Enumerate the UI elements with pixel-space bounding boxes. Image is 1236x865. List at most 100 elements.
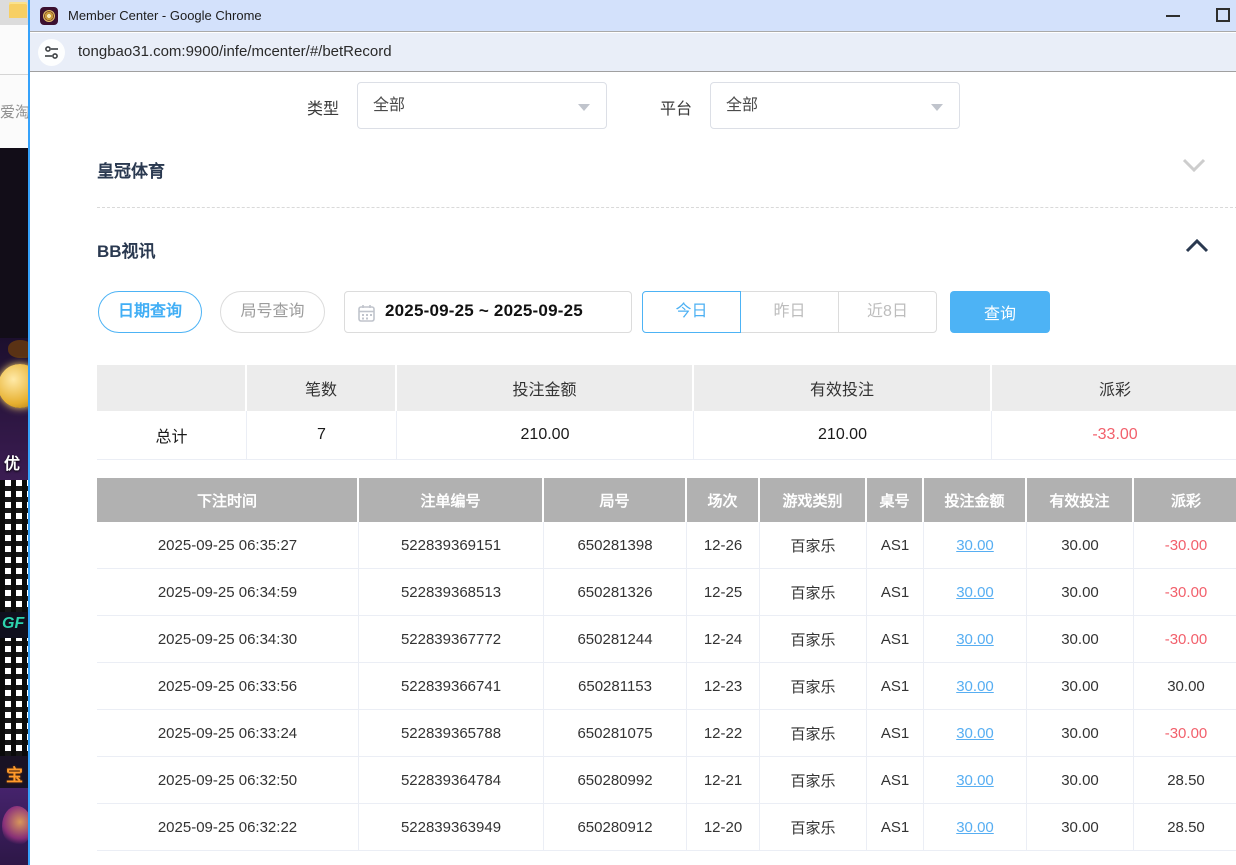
cell-session: 12-24 bbox=[687, 616, 760, 663]
neon-graphic bbox=[2, 806, 28, 846]
summary-total-row: 总计 7 210.00 210.00 -33.00 bbox=[97, 411, 1236, 460]
cell-bet-time: 2025-09-25 06:34:59 bbox=[97, 569, 359, 616]
chevron-down-icon[interactable] bbox=[1182, 158, 1206, 172]
cell-session: 12-25 bbox=[687, 569, 760, 616]
type-filter-select[interactable]: 全部 bbox=[357, 82, 607, 129]
cell-bet-amount: 30.00 bbox=[924, 522, 1027, 569]
bet-amount-link[interactable]: 30.00 bbox=[956, 537, 994, 554]
gold-coin-graphic bbox=[0, 364, 28, 408]
window-title: Member Center - Google Chrome bbox=[68, 8, 262, 23]
bet-amount-link[interactable]: 30.00 bbox=[956, 584, 994, 601]
cell-order-no: 522839368513 bbox=[359, 569, 544, 616]
bet-amount-link[interactable]: 30.00 bbox=[956, 631, 994, 648]
minimize-button[interactable] bbox=[1158, 0, 1188, 30]
cell-round-no: 650280992 bbox=[544, 757, 687, 804]
cell-round-no: 650281153 bbox=[544, 663, 687, 710]
cell-game-type: 百家乐 bbox=[760, 569, 867, 616]
desktop-shop-text: 爱淘 bbox=[0, 101, 28, 122]
cell-payout: 28.50 bbox=[1134, 804, 1236, 851]
qr-caption-fragment-2: 宝 bbox=[0, 756, 28, 788]
chevron-up-icon[interactable] bbox=[1185, 239, 1209, 253]
bet-amount-link[interactable]: 30.00 bbox=[956, 678, 994, 695]
chevron-down-icon bbox=[578, 104, 590, 111]
banner-graphic bbox=[8, 340, 28, 358]
cell-table-no: AS1 bbox=[867, 616, 924, 663]
header-order-no: 注单编号 bbox=[359, 478, 544, 522]
cell-valid-bet: 30.00 bbox=[1027, 757, 1134, 804]
maximize-button[interactable] bbox=[1208, 0, 1236, 30]
desktop-dark-fragment bbox=[0, 148, 28, 338]
desktop-banner-fragment: 优 bbox=[0, 338, 28, 480]
cell-bet-time: 2025-09-25 06:34:30 bbox=[97, 616, 359, 663]
table-row: 2025-09-25 06:33:56522839366741650281153… bbox=[97, 663, 1236, 710]
cell-payout: -30.00 bbox=[1134, 569, 1236, 616]
bet-amount-link[interactable]: 30.00 bbox=[956, 819, 994, 836]
cell-bet-amount: 30.00 bbox=[924, 569, 1027, 616]
bet-amount-link[interactable]: 30.00 bbox=[956, 772, 994, 789]
type-filter-value: 全部 bbox=[373, 97, 405, 114]
cell-valid-bet: 30.00 bbox=[1027, 522, 1134, 569]
summary-count-value: 7 bbox=[247, 411, 397, 460]
cell-game-type: 百家乐 bbox=[760, 757, 867, 804]
bet-amount-link[interactable]: 30.00 bbox=[956, 725, 994, 742]
yesterday-button[interactable]: 昨日 bbox=[740, 291, 839, 333]
section-divider bbox=[97, 207, 1236, 208]
header-bet-time: 下注时间 bbox=[97, 478, 359, 522]
last8days-button[interactable]: 近8日 bbox=[838, 291, 937, 333]
site-settings-button[interactable] bbox=[38, 39, 65, 66]
date-range-picker[interactable]: 2025-09-25 ~ 2025-09-25 bbox=[344, 291, 632, 333]
address-bar[interactable]: tongbao31.com:9900/infe/mcenter/#/betRec… bbox=[30, 33, 1236, 72]
cell-order-no: 522839364784 bbox=[359, 757, 544, 804]
table-row: 2025-09-25 06:33:24522839365788650281075… bbox=[97, 710, 1236, 757]
cell-valid-bet: 30.00 bbox=[1027, 710, 1134, 757]
cell-payout: 30.00 bbox=[1134, 663, 1236, 710]
cell-session: 12-22 bbox=[687, 710, 760, 757]
date-query-tab[interactable]: 日期查询 bbox=[98, 291, 202, 333]
banner-text: 优 bbox=[4, 450, 20, 474]
chevron-down-icon bbox=[931, 104, 943, 111]
cell-bet-time: 2025-09-25 06:33:56 bbox=[97, 663, 359, 710]
table-row: 2025-09-25 06:34:30522839367772650281244… bbox=[97, 616, 1236, 663]
summary-header-bet-amount: 投注金额 bbox=[397, 365, 694, 411]
header-round-no: 局号 bbox=[544, 478, 687, 522]
cell-bet-time: 2025-09-25 06:32:50 bbox=[97, 757, 359, 804]
table-row: 2025-09-25 06:35:27522839369151650281398… bbox=[97, 522, 1236, 569]
cell-payout: 28.50 bbox=[1134, 757, 1236, 804]
cell-valid-bet: 30.00 bbox=[1027, 569, 1134, 616]
tune-icon bbox=[43, 44, 60, 61]
today-button[interactable]: 今日 bbox=[642, 291, 741, 333]
cell-session: 12-21 bbox=[687, 757, 760, 804]
platform-filter-select[interactable]: 全部 bbox=[710, 82, 960, 129]
round-query-tab[interactable]: 局号查询 bbox=[220, 291, 325, 333]
cell-order-no: 522839366741 bbox=[359, 663, 544, 710]
cell-round-no: 650281326 bbox=[544, 569, 687, 616]
divider bbox=[0, 74, 28, 75]
url-text[interactable]: tongbao31.com:9900/infe/mcenter/#/betRec… bbox=[78, 43, 392, 60]
header-bet-amount: 投注金额 bbox=[924, 478, 1027, 522]
cell-game-type: 百家乐 bbox=[760, 522, 867, 569]
cell-bet-amount: 30.00 bbox=[924, 804, 1027, 851]
summary-table: 笔数 投注金额 有效投注 派彩 总计 7 210.00 210.00 -33.0… bbox=[97, 365, 1236, 460]
table-row: 2025-09-25 06:34:59522839368513650281326… bbox=[97, 569, 1236, 616]
cell-bet-time: 2025-09-25 06:33:24 bbox=[97, 710, 359, 757]
window-titlebar[interactable]: Member Center - Google Chrome bbox=[30, 0, 1236, 32]
cell-table-no: AS1 bbox=[867, 710, 924, 757]
quick-date-group: 今日 昨日 近8日 bbox=[642, 291, 937, 333]
cell-bet-time: 2025-09-25 06:35:27 bbox=[97, 522, 359, 569]
poker-chip-icon bbox=[43, 10, 55, 22]
platform-filter-label: 平台 bbox=[660, 95, 692, 119]
summary-header-payout: 派彩 bbox=[992, 365, 1236, 411]
cell-bet-amount: 30.00 bbox=[924, 663, 1027, 710]
summary-header-blank bbox=[97, 365, 247, 411]
browser-window: Member Center - Google Chrome tongbao31.… bbox=[28, 0, 1236, 865]
cell-round-no: 650281075 bbox=[544, 710, 687, 757]
cell-table-no: AS1 bbox=[867, 804, 924, 851]
summary-valid-bet-value: 210.00 bbox=[694, 411, 992, 460]
search-button[interactable]: 查询 bbox=[950, 291, 1050, 333]
cell-payout: -30.00 bbox=[1134, 616, 1236, 663]
cell-bet-amount: 30.00 bbox=[924, 757, 1027, 804]
summary-header-valid-bet: 有效投注 bbox=[694, 365, 992, 411]
cell-game-type: 百家乐 bbox=[760, 616, 867, 663]
cell-payout: -30.00 bbox=[1134, 522, 1236, 569]
cell-order-no: 522839363949 bbox=[359, 804, 544, 851]
